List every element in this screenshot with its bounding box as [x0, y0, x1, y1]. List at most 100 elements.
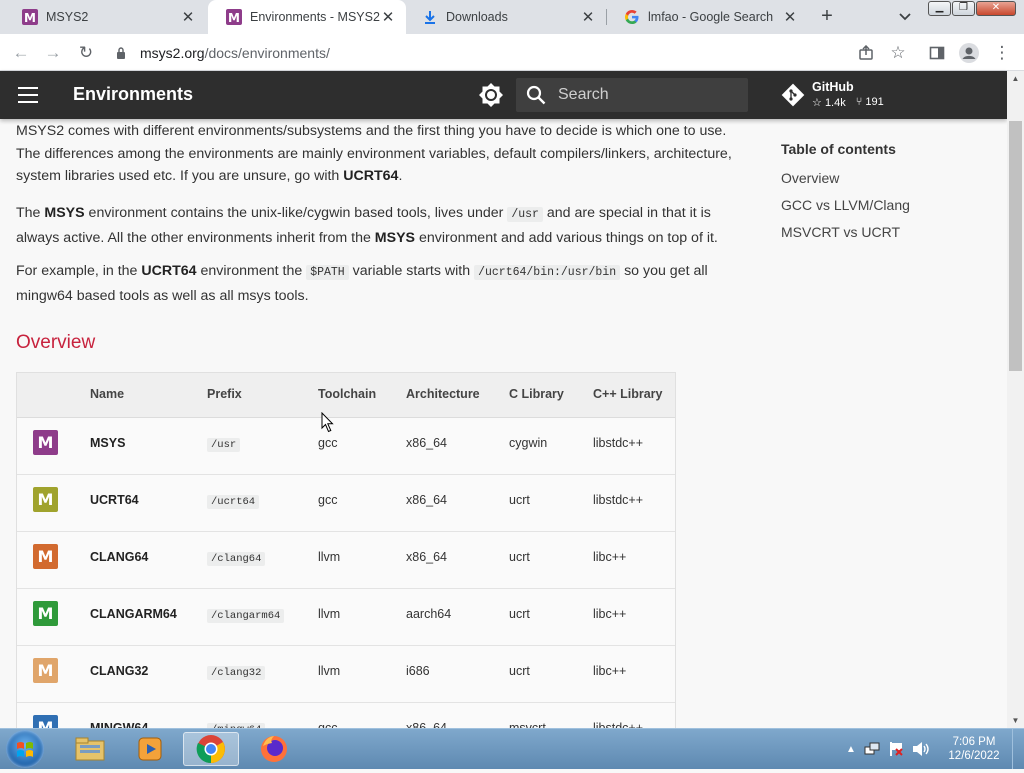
text-run: variable starts with [348, 263, 475, 279]
tab-downloads[interactable]: Downloads ✕ [404, 0, 606, 34]
back-icon[interactable]: ← [10, 42, 32, 64]
table-row: M UCRT64/ucrt64 gcc x86_64 ucrt libstdc++ [17, 475, 675, 532]
page-scrollbar[interactable]: ▲ ▼ [1007, 71, 1024, 728]
table-cell-cpplib: libstdc++ [593, 493, 644, 507]
menu-kebab-icon[interactable]: ⋮ [991, 42, 1013, 64]
start-button[interactable] [6, 730, 44, 768]
show-desktop-button[interactable] [1012, 729, 1024, 769]
action-center-flag-icon[interactable] [888, 741, 904, 757]
bold-text: UCRT64 [141, 263, 197, 279]
star-icon: ☆ [812, 97, 822, 109]
reload-icon[interactable]: ↻ [75, 42, 97, 64]
repo-name: GitHub [812, 80, 854, 94]
text-run: The [16, 205, 45, 221]
bookmark-star-icon[interactable]: ☆ [887, 42, 909, 64]
repo-stars: ☆ 1.4k [812, 96, 846, 109]
google-icon [624, 9, 640, 25]
theme-toggle-icon[interactable] [478, 82, 504, 108]
close-tab-icon[interactable]: ✕ [782, 8, 798, 26]
network-icon[interactable] [864, 741, 880, 757]
firefox-icon[interactable] [246, 732, 302, 766]
environment-logo-icon: M [33, 544, 58, 569]
text-run: environment contains the unix-like/cygwi… [84, 205, 508, 221]
tab-search-button[interactable] [896, 6, 914, 26]
lock-icon[interactable] [114, 42, 128, 64]
inline-code: /clang32 [207, 666, 266, 680]
search-input[interactable]: Search [516, 78, 748, 112]
msys2-icon: M [226, 9, 242, 25]
forward-icon[interactable]: → [42, 42, 64, 64]
table-row: M CLANGARM64/clangarm64 llvm aarch64 ucrt lib… [17, 589, 675, 646]
table-cell-toolchain: gcc [318, 493, 338, 507]
close-tab-icon[interactable]: ✕ [180, 8, 196, 26]
tab-environments[interactable]: M Environments - MSYS2 ✕ [208, 0, 406, 34]
tab-strip: M MSYS2 ✕ M Environments - MSYS2 ✕ Downl… [0, 0, 1024, 34]
scroll-up-arrow-icon[interactable]: ▲ [1011, 74, 1020, 83]
file-explorer-icon[interactable] [62, 732, 118, 766]
inline-code: /clangarm64 [207, 609, 285, 623]
new-tab-button[interactable]: + [816, 5, 838, 27]
environment-logo-icon: M [33, 430, 58, 455]
hamburger-menu-icon[interactable] [18, 87, 38, 103]
show-hidden-icons-icon[interactable]: ▲ [846, 744, 856, 755]
table-cell-arch: x86_64 [406, 436, 448, 450]
media-player-icon[interactable] [122, 732, 178, 766]
inline-code: $PATH [306, 265, 349, 280]
toc-item-overview[interactable]: Overview [781, 170, 839, 186]
example-paragraph: For example, in the UCRT64 environment t… [16, 260, 751, 307]
table-cell-prefix: /clangarm64 [207, 607, 285, 623]
table-cell-arch: i686 [406, 664, 430, 678]
close-tab-icon[interactable]: ✕ [380, 8, 396, 26]
profile-avatar-icon[interactable] [958, 42, 980, 64]
volume-icon[interactable] [912, 741, 930, 757]
side-panel-icon[interactable] [926, 42, 948, 64]
svg-text:M: M [24, 11, 36, 25]
restore-button[interactable]: ❐ [952, 1, 975, 16]
inline-code: /usr [207, 438, 241, 452]
tab-google-search[interactable]: lmfao - Google Search ✕ [606, 0, 808, 34]
table-row: M MSYS/usr gcc x86_64 cygwin libstdc++ [17, 418, 675, 475]
intro-paragraph: MSYS2 comes with different environments/… [16, 120, 751, 188]
table-cell-arch: x86_64 [406, 493, 448, 507]
msys2-icon: M [22, 9, 38, 25]
table-cell-clib: ucrt [509, 664, 530, 678]
browser-toolbar: ← → ↻ msys2.org/docs/environments/ ☆ ⋮ [0, 34, 1024, 71]
toc-item-gcc-vs-llvm[interactable]: GCC vs LLVM/Clang [781, 197, 910, 213]
tab-msys2[interactable]: M MSYS2 ✕ [4, 0, 206, 34]
search-placeholder: Search [558, 86, 609, 103]
scroll-thumb[interactable] [1009, 121, 1022, 371]
table-body: M MSYS/usr gcc x86_64 cygwin libstdc++ M UCRT64… [17, 418, 675, 760]
inline-code: /ucrt64 [207, 495, 260, 509]
table-cell-prefix: /clang64 [207, 550, 266, 566]
close-window-button[interactable]: ✕ [976, 1, 1016, 16]
table-row: M CLANG32/clang32 llvm i686 ucrt libc++ [17, 646, 675, 703]
table-cell-cpplib: libc++ [593, 550, 627, 564]
table-cell-cpplib: libc++ [593, 607, 627, 621]
url-host: msys2.org [140, 45, 205, 61]
table-cell-clib: ucrt [509, 607, 530, 621]
repo-facts: ☆ 1.4k ⑂ 191 [812, 96, 884, 109]
windows-taskbar: ▲ 7:06 PM 12/6/2022 [0, 728, 1024, 769]
tab-title: Downloads [446, 10, 508, 24]
address-bar[interactable]: msys2.org/docs/environments/ [140, 43, 330, 63]
table-cell-arch: aarch64 [406, 607, 452, 621]
text-run: environment and add various things on to… [415, 229, 718, 246]
table-cell-cpplib: libstdc++ [593, 436, 644, 450]
minimize-button[interactable]: ▁ [928, 1, 951, 16]
toc-item-msvcrt-vs-ucrt[interactable]: MSVCRT vs UCRT [781, 224, 900, 240]
scroll-down-arrow-icon[interactable]: ▼ [1011, 716, 1020, 725]
inline-code: /usr [507, 207, 543, 222]
taskbar-clock[interactable]: 7:06 PM 12/6/2022 [944, 735, 1004, 763]
close-tab-icon[interactable]: ✕ [580, 8, 596, 26]
toc-title: Table of contents [781, 141, 896, 157]
tab-title: Environments - MSYS2 [250, 10, 380, 24]
overview-heading: Overview [16, 332, 96, 353]
chrome-icon[interactable] [183, 732, 239, 766]
share-icon[interactable] [855, 42, 877, 64]
clock-time: 7:06 PM [952, 736, 996, 748]
tab-title: lmfao - Google Search [648, 10, 774, 24]
mouse-cursor-icon [321, 411, 335, 433]
repo-forks: ⑂ 191 [856, 96, 884, 109]
msys-paragraph: The MSYS environment contains the unix-l… [16, 202, 751, 249]
inline-code: /clang64 [207, 552, 266, 566]
